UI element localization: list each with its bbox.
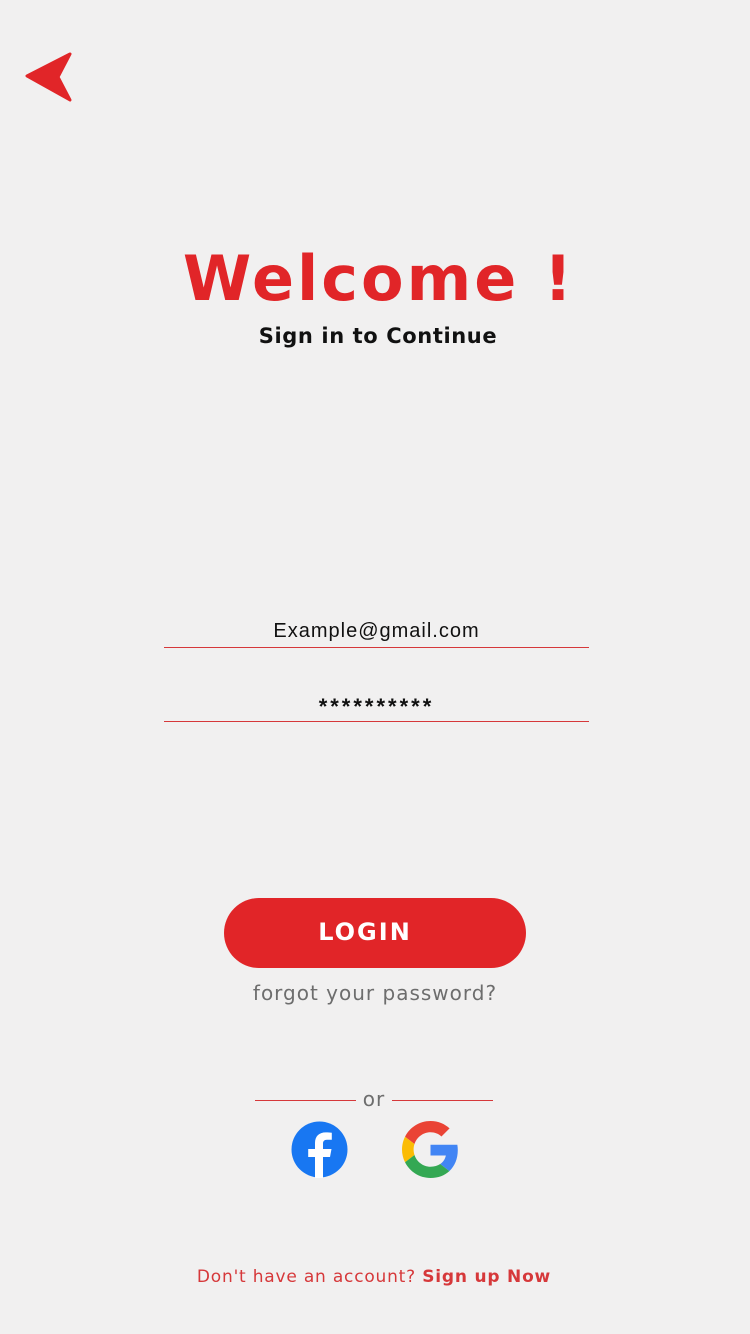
forgot-password-link[interactable]: forgot your password?	[0, 979, 750, 1007]
signup-prompt: Don't have an account? Sign up Now	[0, 1265, 748, 1289]
signup-prompt-text: Don't have an account?	[196, 1267, 416, 1287]
login-button[interactable]: LOGIN	[224, 898, 526, 968]
sign-in-subtitle: Sign in to Continue	[258, 324, 498, 348]
back-button[interactable]	[24, 52, 74, 102]
google-icon	[402, 1121, 458, 1178]
sign-up-now-link[interactable]: Sign up Now	[422, 1267, 551, 1287]
google-login-button[interactable]	[402, 1121, 459, 1178]
or-divider-label: or	[362, 1087, 386, 1111]
facebook-login-button[interactable]	[291, 1121, 348, 1178]
welcome-title: Welcome !	[182, 242, 576, 315]
facebook-icon	[291, 1121, 348, 1178]
divider-line-left	[255, 1100, 356, 1101]
password-field[interactable]	[164, 693, 589, 722]
back-arrow-icon	[25, 52, 72, 102]
divider-line-right	[392, 1100, 493, 1101]
email-field[interactable]	[164, 615, 589, 648]
